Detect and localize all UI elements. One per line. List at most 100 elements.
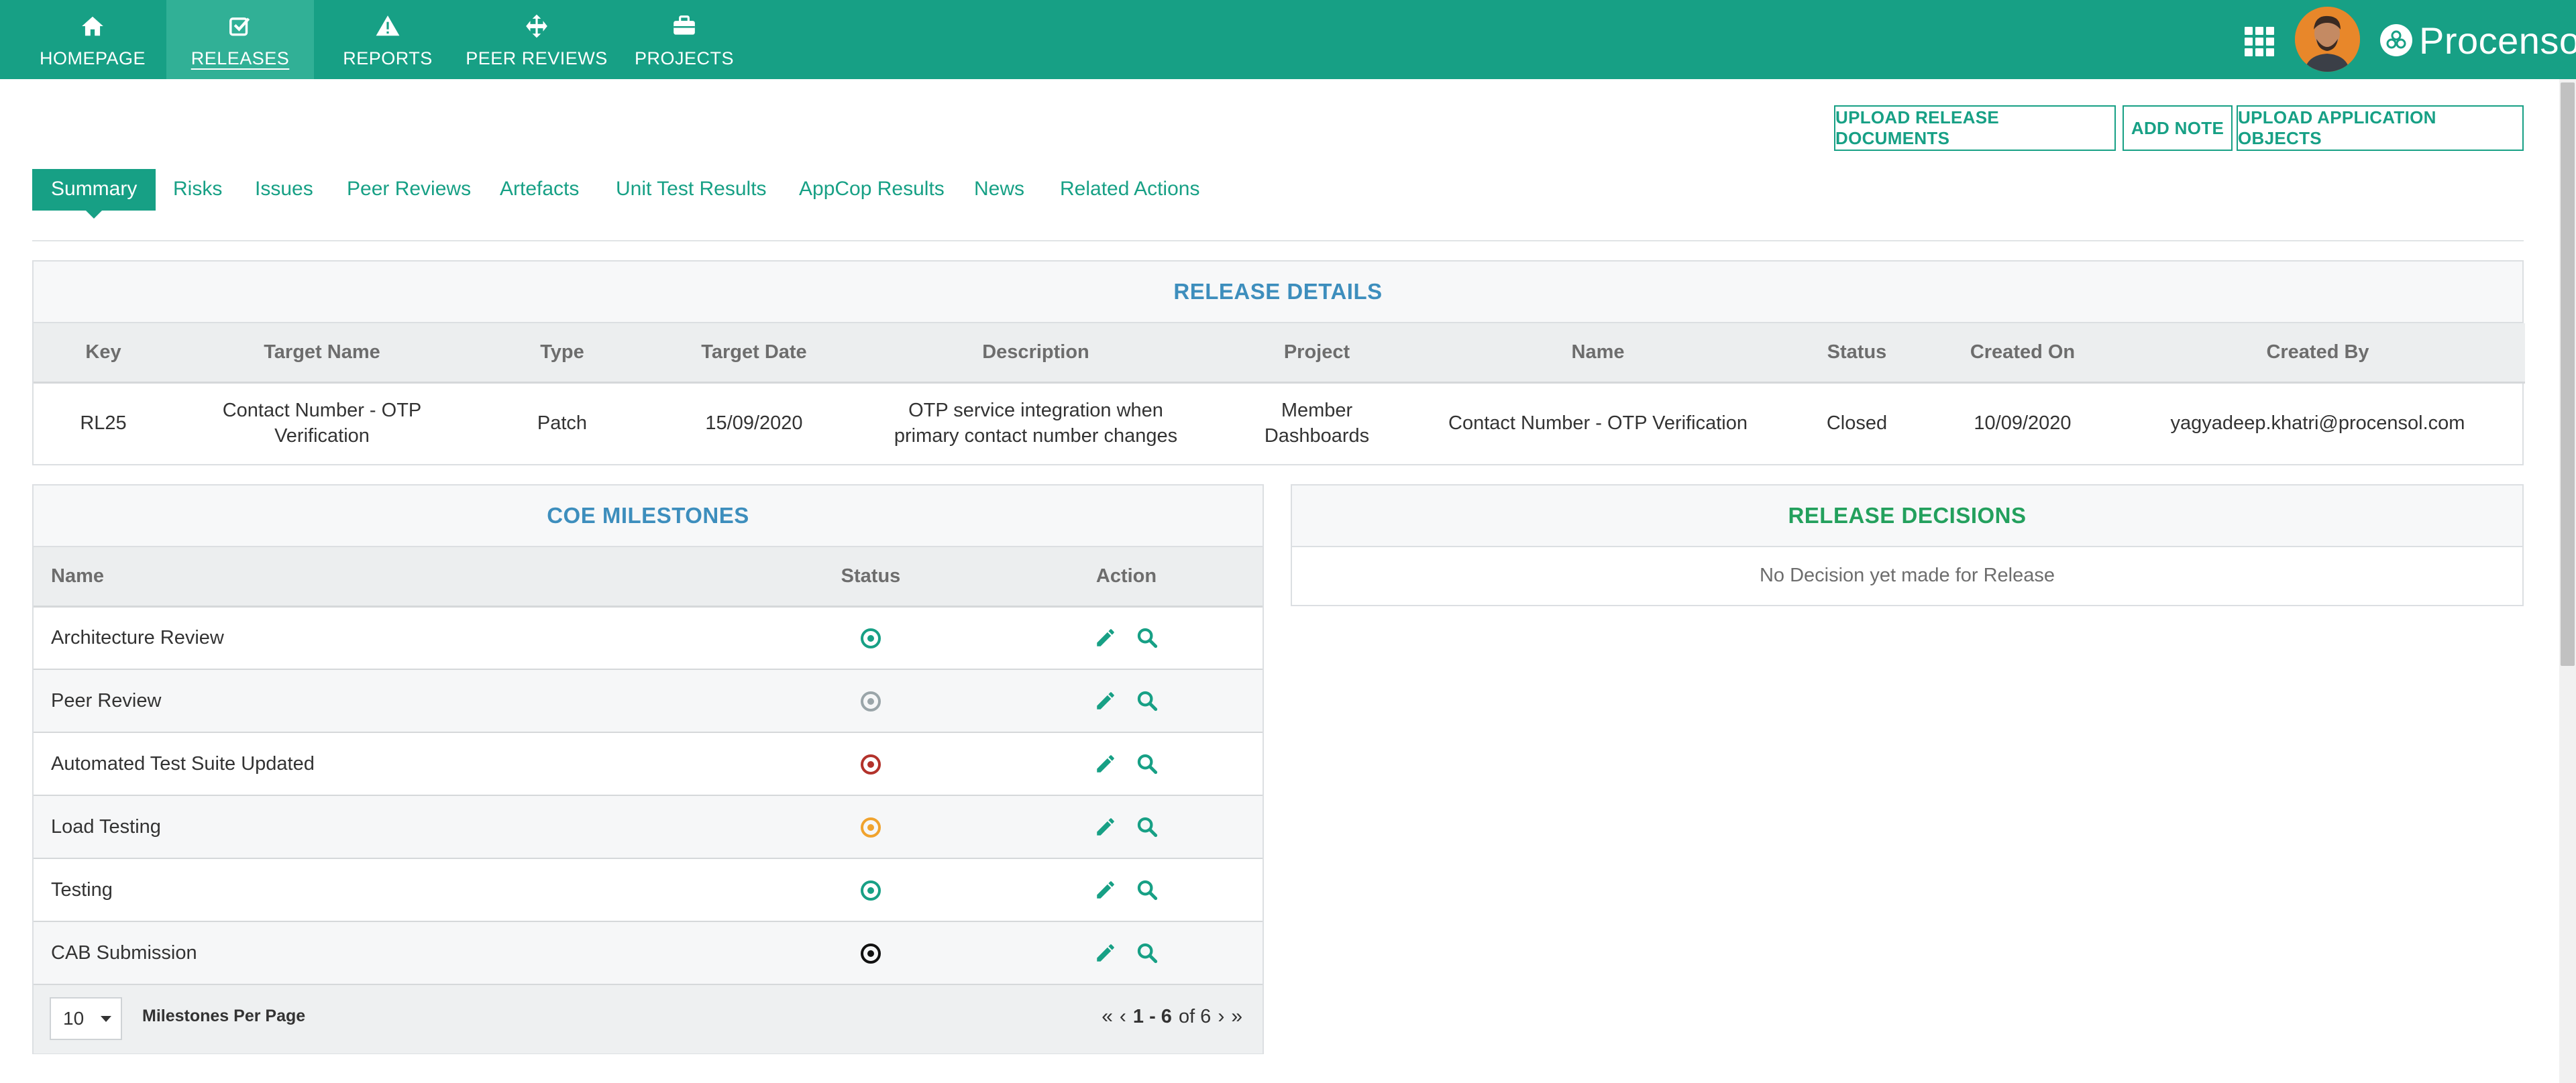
col-created-on: Created On <box>1935 323 2110 384</box>
milestone-action-cell <box>990 669 1263 733</box>
move-arrows-icon <box>526 14 547 38</box>
pencil-edit-icon[interactable] <box>1094 626 1117 649</box>
pencil-edit-icon[interactable] <box>1094 815 1117 838</box>
home-icon <box>82 16 103 36</box>
nav-releases-label: RELEASES <box>191 48 290 68</box>
milestones-footer: 10 Milestones Per Page « ‹ 1 - 6 of 6 › … <box>34 985 1263 1053</box>
procensol-logo: Procensol <box>2380 19 2576 62</box>
nav-reports[interactable]: REPORTS <box>314 0 462 79</box>
table-row: Architecture Review <box>34 606 1263 670</box>
status-dot-icon <box>861 880 881 901</box>
add-note-button[interactable]: ADD NOTE <box>2123 105 2233 151</box>
tab-news[interactable]: News <box>974 169 1024 209</box>
milestones-table: Name Status Action Architecture Review Pe… <box>34 547 1263 985</box>
procensol-logo-icon <box>2380 24 2412 56</box>
cell-project: Member Dashboards <box>1217 382 1417 463</box>
table-row: Load Testing <box>34 795 1263 859</box>
search-icon[interactable] <box>1136 815 1159 838</box>
project-line-1: Member <box>1281 399 1353 421</box>
milestone-name: Architecture Review <box>34 606 751 670</box>
page-scrollbar-thumb[interactable] <box>2561 82 2575 666</box>
tabs-divider <box>32 240 2524 241</box>
milestone-action-cell <box>990 858 1263 922</box>
tab-issues[interactable]: Issues <box>255 169 313 209</box>
release-details-title: RELEASE DETAILS <box>34 262 2522 323</box>
nav-projects[interactable]: PROJECTS <box>610 0 758 79</box>
status-dot-icon <box>861 817 881 838</box>
col-milestone-name: Name <box>34 547 751 608</box>
upload-release-documents-button[interactable]: UPLOAD RELEASE DOCUMENTS <box>1834 105 2116 151</box>
nav-reports-label: REPORTS <box>343 48 433 68</box>
release-details-table: Key Target Name Type Target Date Descrip… <box>34 323 2525 463</box>
cell-target-name: Contact Number - OTP Verification <box>222 399 422 447</box>
nav-homepage-label: HOMEPAGE <box>39 48 146 68</box>
milestones-header-row: Name Status Action <box>34 547 1263 608</box>
tab-peer-reviews[interactable]: Peer Reviews <box>347 169 471 209</box>
milestone-action-cell <box>990 921 1263 985</box>
search-icon[interactable] <box>1136 626 1159 649</box>
caret-down-icon <box>101 1016 111 1022</box>
top-navigation-bar: HOMEPAGE RELEASES REPORTS PEER REVIEWS P… <box>0 0 2576 79</box>
milestone-action-cell <box>990 606 1263 670</box>
col-description: Description <box>855 323 1217 384</box>
no-decision-message: No Decision yet made for Release <box>1759 564 2055 586</box>
release-decisions-panel: RELEASE DECISIONS No Decision yet made f… <box>1291 484 2524 606</box>
col-target-name: Target Name <box>173 323 471 384</box>
cell-target-date: 15/09/2020 <box>705 412 803 434</box>
cell-created-by: yagyadeep.khatri@procensol.com <box>2170 412 2465 434</box>
next-page-icon[interactable]: › <box>1218 1005 1224 1028</box>
per-page-select[interactable]: 10 <box>50 997 122 1040</box>
search-icon[interactable] <box>1136 878 1159 901</box>
nav-peer-reviews[interactable]: PEER REVIEWS <box>463 0 610 79</box>
search-icon[interactable] <box>1136 942 1159 964</box>
nav-homepage[interactable]: HOMEPAGE <box>19 0 166 79</box>
tab-artefacts[interactable]: Artefacts <box>500 169 579 209</box>
search-icon[interactable] <box>1136 752 1159 775</box>
col-milestone-action: Action <box>990 547 1263 608</box>
table-row: Automated Test Suite Updated <box>34 732 1263 796</box>
milestone-action-cell <box>990 795 1263 859</box>
milestone-status-cell <box>751 669 990 733</box>
user-avatar[interactable] <box>2295 7 2360 72</box>
cell-status: Closed <box>1826 412 1888 434</box>
tab-related-actions[interactable]: Related Actions <box>1060 169 1199 209</box>
pencil-edit-icon[interactable] <box>1094 752 1117 775</box>
milestone-name: Testing <box>34 858 751 922</box>
tab-risks[interactable]: Risks <box>173 169 222 209</box>
pencil-edit-icon[interactable] <box>1094 942 1117 964</box>
coe-milestones-title: COE MILESTONES <box>34 486 1263 547</box>
cell-description: OTP service integration when primary con… <box>855 382 1217 463</box>
apps-grid-icon[interactable] <box>2245 27 2274 56</box>
col-key: Key <box>34 323 173 384</box>
table-row: Testing <box>34 858 1263 922</box>
pencil-edit-icon[interactable] <box>1094 878 1117 901</box>
cell-name: Contact Number - OTP Verification <box>1448 412 1748 434</box>
nav-releases[interactable]: RELEASES <box>166 0 314 79</box>
milestone-action-cell <box>990 732 1263 796</box>
milestone-status-cell <box>751 921 990 985</box>
prev-page-icon[interactable]: ‹ <box>1120 1005 1126 1028</box>
page-range: 1 - 6 <box>1132 1005 1172 1027</box>
search-icon[interactable] <box>1136 689 1159 712</box>
cell-type: Patch <box>537 412 588 434</box>
col-created-by: Created By <box>2110 323 2525 384</box>
pencil-edit-icon[interactable] <box>1094 689 1117 712</box>
status-dot-icon <box>861 691 881 711</box>
milestone-status-cell <box>751 858 990 922</box>
tab-unit-test-results[interactable]: Unit Test Results <box>616 169 767 209</box>
last-page-icon[interactable]: » <box>1231 1005 1242 1028</box>
description-line-1: OTP service integration when <box>908 399 1163 421</box>
status-dot-icon <box>861 754 881 775</box>
milestone-status-cell <box>751 606 990 670</box>
release-details-header-row: Key Target Name Type Target Date Descrip… <box>34 323 2525 384</box>
col-target-date: Target Date <box>653 323 855 384</box>
tab-summary[interactable]: Summary <box>32 169 156 219</box>
cell-created-on: 10/09/2020 <box>1974 412 2072 434</box>
first-page-icon[interactable]: « <box>1102 1005 1113 1028</box>
warning-icon <box>376 15 400 36</box>
table-row: CAB Submission <box>34 921 1263 985</box>
nav-peer-reviews-label: PEER REVIEWS <box>466 48 608 68</box>
tab-appcop-results[interactable]: AppCop Results <box>799 169 945 209</box>
milestone-name: CAB Submission <box>34 921 751 985</box>
upload-application-objects-button[interactable]: UPLOAD APPLICATION OBJECTS <box>2237 105 2524 151</box>
